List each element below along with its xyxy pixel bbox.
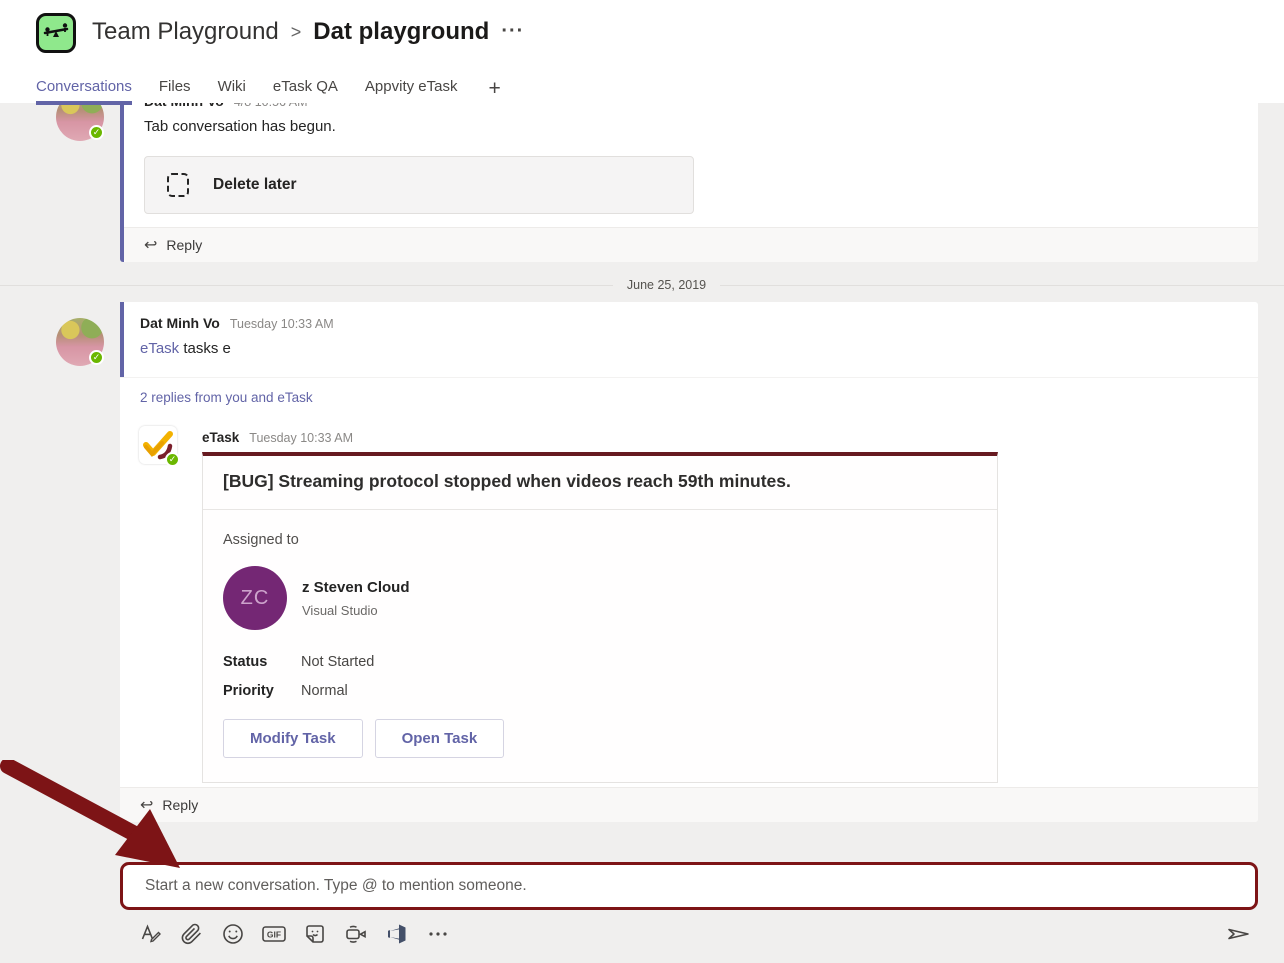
status-value: Not Started — [301, 654, 374, 670]
emoji-icon[interactable] — [220, 921, 246, 947]
compose-box — [120, 862, 1258, 910]
reply-arrow-icon: ↩ — [144, 235, 157, 255]
status-field: Status Not Started — [223, 654, 977, 670]
presence-available-icon: ✓ — [89, 125, 104, 140]
reply-button[interactable]: ↩ Reply — [120, 787, 1258, 822]
tab-files[interactable]: Files — [159, 78, 191, 105]
tab-appvity-etask[interactable]: Appvity eTask — [365, 78, 458, 105]
new-conversation-input[interactable] — [123, 865, 1255, 907]
priority-value: Normal — [301, 683, 348, 699]
message-text: Tab conversation has begun. — [144, 118, 336, 135]
message-timestamp: Tuesday 10:33 AM — [230, 317, 334, 331]
message-author: Dat Minh Vo — [140, 315, 220, 331]
thread-separator — [120, 377, 1258, 378]
team-avatar[interactable] — [36, 13, 76, 53]
meet-now-icon[interactable] — [343, 921, 369, 947]
channel-name[interactable]: Dat playground — [313, 18, 489, 46]
tab-etask-qa[interactable]: eTask QA — [273, 78, 338, 105]
message-thread-1: Dat Minh Vo 4/8 10:56 AM Tab conversatio… — [120, 88, 1258, 262]
compose-toolbar: GIF — [138, 921, 451, 947]
priority-label: Priority — [223, 683, 301, 699]
azure-devops-icon[interactable] — [384, 921, 410, 947]
message-text: tasks e — [179, 340, 231, 357]
avatar-etask-bot[interactable]: ✓ — [139, 426, 177, 464]
breadcrumb-separator: > — [291, 22, 302, 43]
channel-tabbar: Conversations Files Wiki eTask QA Appvit… — [36, 78, 501, 105]
unread-accent-bar — [120, 302, 124, 377]
dashed-selection-icon — [167, 173, 189, 197]
assigned-to-label: Assigned to — [223, 532, 977, 548]
sticker-icon[interactable] — [302, 921, 328, 947]
etask-bug-card: [BUG] Streaming protocol stopped when vi… — [202, 452, 998, 783]
divider-line — [0, 285, 613, 286]
replies-summary-link[interactable]: 2 replies from you and eTask — [140, 390, 313, 405]
attachment-label: Delete later — [213, 176, 297, 194]
reply-button[interactable]: ↩ Reply — [124, 227, 1258, 262]
message-thread-2: Dat Minh Vo Tuesday 10:33 AM eTask tasks… — [120, 302, 1258, 822]
add-tab-button[interactable]: + — [488, 77, 500, 101]
assignee-row: ZC z Steven Cloud Visual Studio — [223, 566, 977, 630]
reply-arrow-icon: ↩ — [140, 795, 153, 815]
delete-later-attachment[interactable]: Delete later — [144, 156, 694, 214]
bot-author: eTask — [202, 430, 239, 445]
priority-field: Priority Normal — [223, 683, 977, 699]
attach-icon[interactable] — [179, 921, 205, 947]
send-icon[interactable] — [1224, 921, 1252, 947]
date-divider-label: June 25, 2019 — [613, 278, 720, 292]
mention-link[interactable]: eTask — [140, 340, 179, 357]
presence-available-icon: ✓ — [89, 350, 104, 365]
tab-wiki[interactable]: Wiki — [218, 78, 246, 105]
divider-line — [720, 285, 1284, 286]
assignee-name: z Steven Cloud — [302, 579, 410, 596]
modify-task-button[interactable]: Modify Task — [223, 719, 363, 758]
avatar-dat-minh-vo[interactable]: ✓ — [56, 318, 104, 366]
seesaw-icon — [42, 20, 70, 46]
tab-conversations[interactable]: Conversations — [36, 78, 132, 105]
bot-timestamp: Tuesday 10:33 AM — [249, 431, 353, 445]
more-options-icon[interactable] — [425, 921, 451, 947]
assignee-avatar: ZC — [223, 566, 287, 630]
channel-more-menu[interactable]: ··· — [501, 20, 524, 43]
teams-channel-view: ✓ Dat Minh Vo 4/8 10:56 AM Tab conversat… — [0, 0, 1284, 963]
gif-icon[interactable]: GIF — [261, 921, 287, 947]
breadcrumb: Team Playground > Dat playground ··· — [92, 18, 524, 46]
assignee-source: Visual Studio — [302, 603, 410, 618]
date-divider: June 25, 2019 — [0, 277, 1284, 293]
svg-text:GIF: GIF — [267, 929, 281, 939]
channel-header: Team Playground > Dat playground ··· Con… — [0, 0, 1284, 103]
status-label: Status — [223, 654, 301, 670]
team-name[interactable]: Team Playground — [92, 18, 279, 46]
format-icon[interactable] — [138, 921, 164, 947]
task-title: [BUG] Streaming protocol stopped when vi… — [203, 456, 997, 510]
open-task-button[interactable]: Open Task — [375, 719, 505, 758]
presence-available-icon: ✓ — [165, 452, 180, 467]
